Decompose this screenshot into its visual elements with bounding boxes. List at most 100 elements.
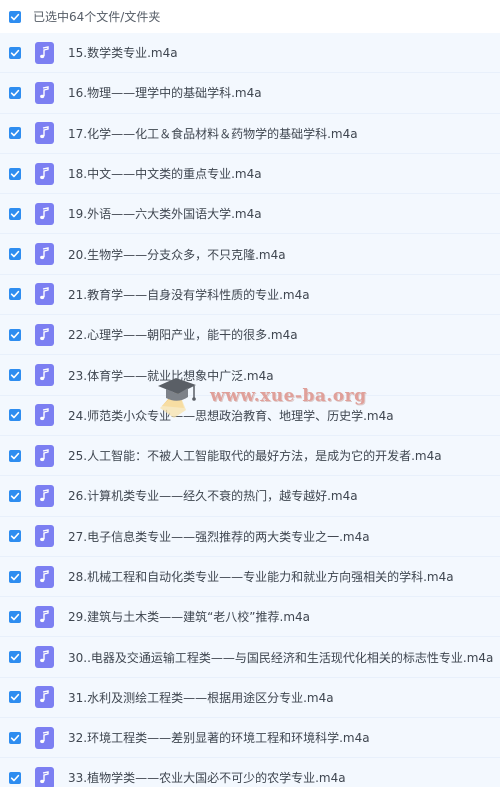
checkmark-icon xyxy=(10,250,20,258)
checkmark-icon xyxy=(10,130,20,137)
file-name: 21.教育学——自身没有学科性质的专业.m4a xyxy=(68,287,310,302)
checkmark-icon xyxy=(10,49,20,56)
file-name: 24.师范类小众专业——思想政治教育、地理学、历史学.m4a xyxy=(68,408,394,423)
file-checkbox[interactable] xyxy=(9,530,21,543)
audio-file-icon xyxy=(35,646,54,669)
file-name: 26.计算机类专业——经久不衰的热门，越专越好.m4a xyxy=(68,489,358,504)
file-name: 28.机械工程和自动化类专业——专业能力和就业方向强相关的学科.m4a xyxy=(68,570,454,584)
file-row[interactable]: 16.物理——理学中的基础学科.m4a xyxy=(0,73,500,114)
file-name: 19.外语——六大类外国语大学.m4a xyxy=(68,207,262,222)
file-selection-panel: 已选中64个文件/文件夹 15.数学类专业.m4a 16.物理——理学中的基础学科… xyxy=(0,0,500,787)
checkmark-icon xyxy=(10,170,20,177)
audio-file-icon xyxy=(35,525,54,548)
file-checkbox[interactable] xyxy=(9,570,21,583)
file-row[interactable]: 18.中文——中文类的重点专业.m4a xyxy=(0,153,500,195)
file-name: 18.中文——中文类的重点专业.m4a xyxy=(68,167,262,182)
file-checkbox[interactable] xyxy=(9,46,21,59)
file-name: 32.环境工程类——差别显著的环境工程和环境科学.m4a xyxy=(68,731,370,746)
file-checkbox[interactable] xyxy=(9,610,21,623)
checkmark-icon xyxy=(10,774,20,782)
file-row[interactable]: 23.体育学——就业比想象中广泛.m4a xyxy=(0,355,500,396)
file-name: 27.电子信息类专业——强烈推荐的两大类专业之一.m4a xyxy=(68,529,370,544)
file-row[interactable]: 15.数学类专业.m4a xyxy=(0,33,500,74)
file-checkbox[interactable] xyxy=(9,731,21,744)
audio-file-icon xyxy=(35,766,54,787)
file-row[interactable]: 26.计算机类专业——经久不衰的热门，越专越好.m4a xyxy=(0,476,500,517)
file-checkbox[interactable] xyxy=(9,207,21,220)
audio-file-icon xyxy=(35,364,54,387)
audio-file-icon xyxy=(35,162,54,185)
audio-file-icon xyxy=(35,565,54,588)
file-row[interactable]: 28.机械工程和自动化类专业——专业能力和就业方向强相关的学科.m4a xyxy=(0,556,500,598)
audio-file-icon xyxy=(35,283,54,306)
file-name: 30..电器及交通运输工程类——与国民经济和生活现代化相关的标志性专业.m4a xyxy=(68,650,494,665)
audio-file-icon xyxy=(35,605,54,628)
file-checkbox[interactable] xyxy=(9,167,21,180)
audio-file-icon xyxy=(35,686,54,709)
file-row[interactable]: 27.电子信息类专业——强烈推荐的两大类专业之一.m4a xyxy=(0,516,500,557)
audio-file-icon xyxy=(35,81,54,104)
select-all-checkbox[interactable] xyxy=(9,10,21,23)
selection-header: 已选中64个文件/文件夹 xyxy=(0,0,500,33)
checkmark-icon xyxy=(10,452,20,459)
file-row[interactable]: 24.师范类小众专业——思想政治教育、地理学、历史学.m4a xyxy=(0,395,500,436)
checkmark-icon xyxy=(10,291,20,298)
checkmark-icon xyxy=(10,89,20,97)
file-checkbox[interactable] xyxy=(9,409,21,422)
checkmark-icon xyxy=(10,694,20,701)
file-row[interactable]: 21.教育学——自身没有学科性质的专业.m4a xyxy=(0,274,500,316)
file-name: 15.数学类专业.m4a xyxy=(68,46,178,61)
audio-file-icon xyxy=(35,323,54,346)
checkmark-icon xyxy=(10,492,20,500)
audio-file-icon xyxy=(35,41,54,64)
selected-count-label: 已选中64个文件/文件夹 xyxy=(33,10,161,24)
checkmark-icon xyxy=(10,734,20,741)
file-checkbox[interactable] xyxy=(9,691,21,704)
file-row[interactable]: 19.外语——六大类外国语大学.m4a xyxy=(0,194,500,235)
file-row[interactable]: 29.建筑与土木类——建筑“老八校”推荐.m4a xyxy=(0,597,500,638)
audio-file-icon xyxy=(35,202,54,225)
file-checkbox[interactable] xyxy=(9,328,21,341)
file-row[interactable]: 33.植物学类——农业大国必不可少的农学专业.m4a xyxy=(0,758,500,787)
audio-file-icon xyxy=(35,444,54,467)
audio-file-icon xyxy=(35,122,54,145)
checkmark-icon xyxy=(10,613,20,621)
file-list: 15.数学类专业.m4a 16.物理——理学中的基础学科.m4a 17.化学——化工… xyxy=(0,33,500,787)
file-row[interactable]: 17.化学——化工＆食品材料＆药物学的基础学科.m4a xyxy=(0,113,500,154)
file-name: 20.生物学——分支众多，不只克隆.m4a xyxy=(68,247,286,262)
file-row[interactable]: 20.生物学——分支众多，不只克隆.m4a xyxy=(0,234,500,275)
file-checkbox[interactable] xyxy=(9,771,21,784)
file-name: 29.建筑与土木类——建筑“老八校”推荐.m4a xyxy=(68,610,311,625)
checkmark-icon xyxy=(10,533,20,540)
file-checkbox[interactable] xyxy=(9,489,21,502)
audio-file-icon xyxy=(35,404,54,427)
file-checkbox[interactable] xyxy=(9,86,21,99)
checkmark-icon xyxy=(10,13,20,20)
checkmark-icon xyxy=(10,331,20,339)
file-name: 23.体育学——就业比想象中广泛.m4a xyxy=(68,368,274,383)
file-name: 22.心理学——朝阳产业，能干的很多.m4a xyxy=(68,328,298,343)
file-row[interactable]: 25.人工智能：不被人工智能取代的最好方法，是成为它的开发者.m4a xyxy=(0,435,500,477)
file-name: 16.物理——理学中的基础学科.m4a xyxy=(68,86,262,101)
file-row[interactable]: 22.心理学——朝阳产业，能干的很多.m4a xyxy=(0,315,500,356)
file-name: 31.水利及测绘工程类——根据用途区分专业.m4a xyxy=(68,690,334,705)
audio-file-icon xyxy=(35,243,54,266)
file-name: 25.人工智能：不被人工智能取代的最好方法，是成为它的开发者.m4a xyxy=(68,449,442,464)
file-checkbox[interactable] xyxy=(9,288,21,301)
file-checkbox[interactable] xyxy=(9,248,21,261)
audio-file-icon xyxy=(35,484,54,507)
checkmark-icon xyxy=(10,653,20,661)
checkmark-icon xyxy=(10,573,20,580)
file-checkbox[interactable] xyxy=(9,449,21,462)
file-row[interactable]: 32.环境工程类——差别显著的环境工程和环境科学.m4a xyxy=(0,718,500,759)
file-name: 17.化学——化工＆食品材料＆药物学的基础学科.m4a xyxy=(68,126,358,141)
checkmark-icon xyxy=(10,371,20,379)
file-checkbox[interactable] xyxy=(9,127,21,140)
file-row[interactable]: 31.水利及测绘工程类——根据用途区分专业.m4a xyxy=(0,677,500,719)
file-row[interactable]: 30..电器及交通运输工程类——与国民经济和生活现代化相关的标志性专业.m4a xyxy=(0,637,500,678)
file-checkbox[interactable] xyxy=(9,651,21,664)
checkmark-icon xyxy=(10,210,20,218)
audio-file-icon xyxy=(35,726,54,749)
file-checkbox[interactable] xyxy=(9,369,21,382)
file-name: 33.植物学类——农业大国必不可少的农学专业.m4a xyxy=(68,771,346,786)
